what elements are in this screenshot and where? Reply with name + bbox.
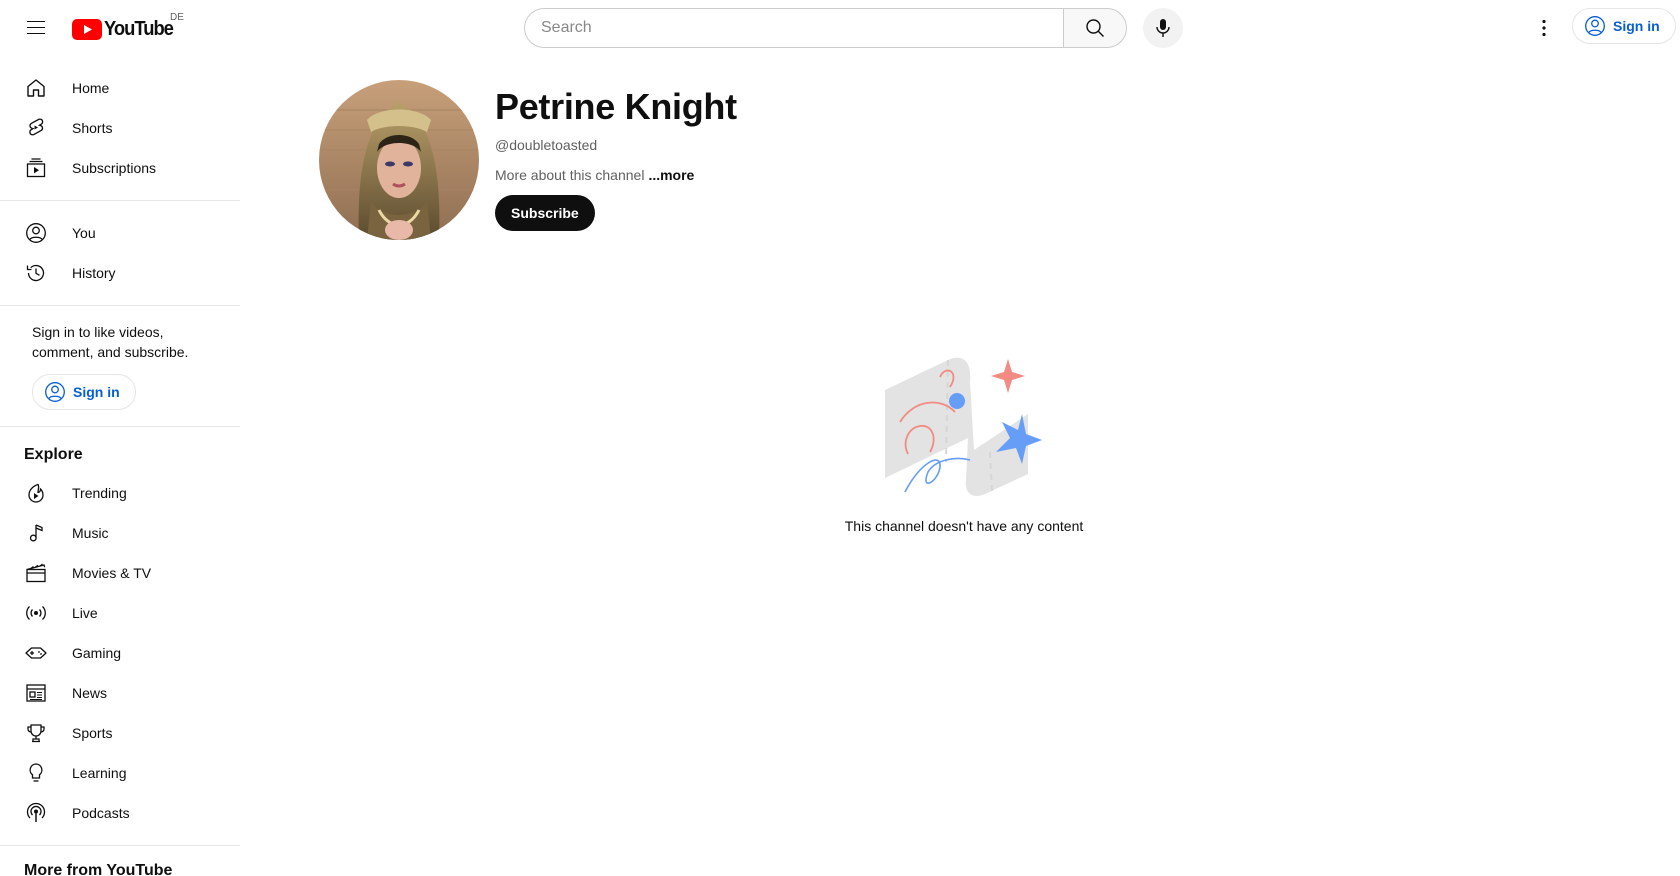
sidebar-item-you[interactable]: You	[12, 213, 228, 253]
sidebar-item-label: Podcasts	[72, 805, 130, 821]
sidebar-item-label: Gaming	[72, 645, 122, 661]
sidebar-item-label: Subscriptions	[72, 160, 157, 176]
sidebar-item-live[interactable]: Live	[12, 593, 228, 633]
region-code: DE	[170, 12, 184, 23]
sidebar-item-movies-tv[interactable]: Movies & TV	[12, 553, 228, 593]
news-icon	[24, 681, 48, 705]
microphone-icon	[1156, 19, 1170, 37]
sidebar-item-trending[interactable]: Trending	[12, 473, 228, 513]
learning-icon	[24, 761, 48, 785]
sidebar-item-label: You	[72, 225, 96, 241]
subscriptions-icon	[24, 156, 48, 180]
channel-avatar[interactable]	[319, 80, 479, 240]
sidebar-item-label: Movies & TV	[72, 565, 152, 581]
more-vertical-icon	[1542, 19, 1546, 37]
history-icon	[24, 261, 48, 285]
sidebar-item-news[interactable]: News	[12, 673, 228, 713]
sidebar-item-label: Trending	[72, 485, 127, 501]
shorts-icon	[24, 116, 48, 140]
voice-search-button[interactable]	[1143, 8, 1183, 48]
settings-menu-button[interactable]	[1524, 8, 1564, 48]
sidebar-you-section: You History	[0, 201, 240, 306]
channel-name: Petrine Knight	[495, 86, 737, 127]
youtube-play-icon	[72, 18, 102, 40]
sidebar-item-subscriptions[interactable]: Subscriptions	[12, 148, 228, 188]
sidebar-signin-prompt: Sign in to like videos, comment, and sub…	[0, 306, 240, 427]
masthead: YouTube DE Sign in	[0, 0, 1680, 56]
logo-text: YouTube	[104, 17, 174, 40]
channel-about-link[interactable]: More about this channel ...more	[495, 167, 694, 183]
hamburger-icon	[27, 21, 45, 34]
sign-in-label: Sign in	[1613, 18, 1660, 34]
sign-in-label: Sign in	[73, 384, 120, 400]
empty-channel-illustration	[880, 342, 1050, 502]
sidebar-item-podcasts[interactable]: Podcasts	[12, 793, 228, 833]
subscribe-button[interactable]: Subscribe	[495, 195, 595, 231]
sidebar-item-history[interactable]: History	[12, 253, 228, 293]
sidebar-item-label: History	[72, 265, 116, 281]
home-icon	[24, 76, 48, 100]
sidebar-item-label: News	[72, 685, 108, 701]
explore-header: Explore	[24, 446, 83, 463]
sign-in-button[interactable]: Sign in	[1572, 8, 1676, 44]
youtube-logo[interactable]: YouTube	[72, 18, 179, 40]
menu-button[interactable]	[16, 8, 56, 48]
search-input[interactable]	[541, 19, 1064, 37]
live-icon	[24, 601, 48, 625]
search-button[interactable]	[1063, 8, 1127, 48]
sidebar-primary-section: Home Shorts Subscriptions	[0, 56, 240, 201]
account-circle-icon	[24, 221, 48, 245]
sidebar-item-sports[interactable]: Sports	[12, 713, 228, 753]
movies-icon	[24, 561, 48, 585]
sidebar-item-label: Learning	[72, 765, 127, 781]
sports-icon	[24, 721, 48, 745]
sidebar-item-label: Live	[72, 605, 98, 621]
channel-about-text: More about this channel	[495, 167, 645, 183]
account-circle-icon	[45, 382, 65, 402]
channel-more-link[interactable]: ...more	[648, 167, 694, 183]
account-circle-icon	[1585, 16, 1605, 36]
sidebar-explore-section: Explore Trending Music Movies & TV Live …	[0, 427, 240, 846]
trending-icon	[24, 481, 48, 505]
gaming-icon	[24, 641, 48, 665]
sidebar-item-label: Sports	[72, 725, 113, 741]
sidebar: Home Shorts Subscriptions You History Si…	[0, 56, 240, 876]
sidebar-item-learning[interactable]: Learning	[12, 753, 228, 793]
signin-prompt-text: Sign in to like videos, comment, and sub…	[32, 324, 189, 360]
more-from-youtube-header: More from YouTube	[24, 862, 173, 876]
search-box[interactable]	[524, 8, 1064, 48]
channel-handle: @doubletoasted	[495, 137, 598, 153]
search-icon	[1086, 19, 1104, 37]
sidebar-item-gaming[interactable]: Gaming	[12, 633, 228, 673]
empty-channel-message: This channel doesn't have any content	[844, 518, 1084, 534]
sidebar-sign-in-button[interactable]: Sign in	[32, 374, 136, 410]
sidebar-item-shorts[interactable]: Shorts	[12, 108, 228, 148]
sidebar-item-label: Home	[72, 80, 110, 96]
sidebar-item-home[interactable]: Home	[12, 68, 228, 108]
sidebar-item-label: Shorts	[72, 120, 113, 136]
podcasts-icon	[24, 801, 48, 825]
